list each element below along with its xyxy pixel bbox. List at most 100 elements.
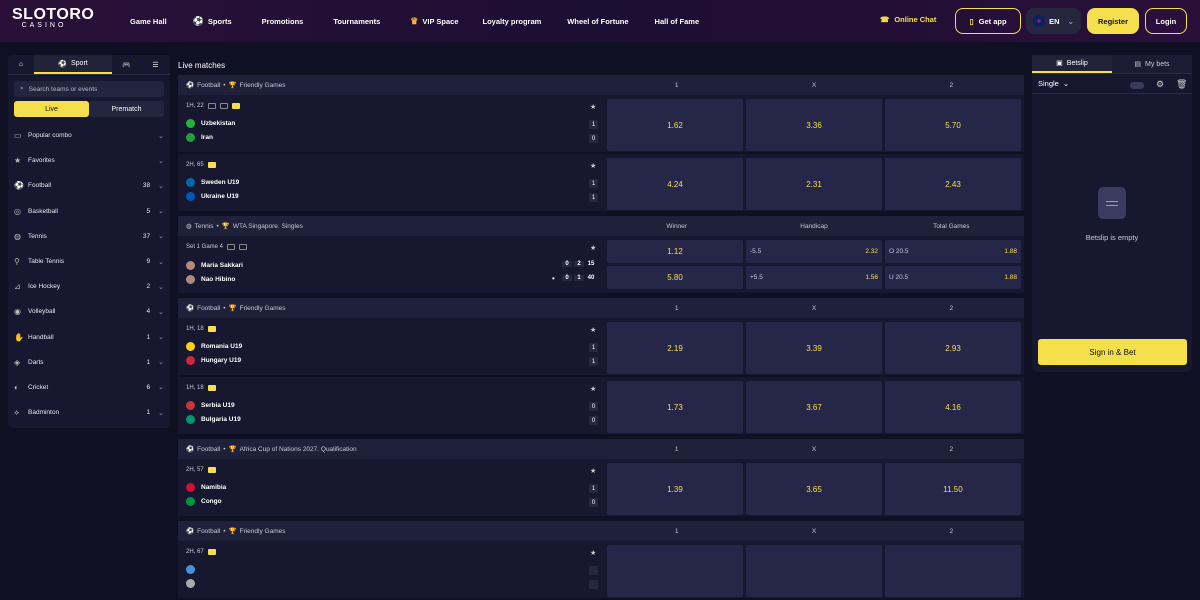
toggle-switch[interactable] <box>1130 82 1144 89</box>
match-row[interactable]: 2H, 57 ★ Namibia Congo 1 0 1.39 3.65 11.50 <box>178 459 1024 518</box>
match-time: 2H, 65 <box>186 162 216 168</box>
nav-item-tournaments[interactable]: Tournaments <box>333 17 380 26</box>
login-button[interactable]: Login <box>1145 8 1187 34</box>
star-icon[interactable]: ★ <box>590 244 596 252</box>
odds-group: 1.62 3.36 5.70 <box>607 99 1021 151</box>
odd-button[interactable]: 4.16 <box>885 381 1021 433</box>
star-icon[interactable]: ★ <box>590 103 596 111</box>
match-row[interactable]: 2H, 67 ★ <box>178 541 1024 600</box>
sidebar-item-count: 4 <box>146 308 151 316</box>
flag-icon <box>186 342 195 351</box>
sign-in-bet-button[interactable]: Sign in & Bet <box>1038 339 1187 365</box>
online-chat-link[interactable]: ☎ Online Chat <box>880 15 936 24</box>
odd-button[interactable]: 1.62 <box>607 99 743 151</box>
odd-button[interactable] <box>885 545 1021 597</box>
star-icon[interactable]: ★ <box>590 162 596 170</box>
odd-button[interactable] <box>746 545 882 597</box>
get-app-button[interactable]: ▯ Get app <box>955 8 1021 34</box>
sidebar-item-label: Handball <box>28 333 54 341</box>
sidebar-item-cricket[interactable]: ◐ Cricket 6 ⌄ <box>8 375 170 400</box>
live-button[interactable]: Live <box>14 101 89 117</box>
total-odd-button[interactable]: O 20.5 1.88 <box>885 240 1021 263</box>
odd-button[interactable]: 5.70 <box>885 99 1021 151</box>
sidebar-item-darts[interactable]: ◈ Darts 1 ⌄ <box>8 350 170 375</box>
odd-button[interactable]: 11.50 <box>885 463 1021 515</box>
home-tab[interactable]: ⌂ <box>8 55 34 74</box>
away-team-name: Bulgaria U19 <box>201 416 241 423</box>
sidebar-item-basketball[interactable]: ◎ Basketball 5 ⌄ <box>8 199 170 224</box>
home-team-name: Namibia <box>201 484 227 491</box>
soccer-ball-icon: ⚽ <box>186 82 195 89</box>
nav-item-loyalty-program[interactable]: Loyalty program <box>483 17 542 26</box>
home-score: 1 <box>589 343 598 352</box>
nav-item-sports[interactable]: ⚽ Sports <box>193 16 232 27</box>
match-row[interactable]: Set 1 Game 4 ★ Maria Sakkari 0 2 15 Nao Hibino… <box>178 236 1024 295</box>
sidebar-item-handball[interactable]: ✋ Handball 1 ⌄ <box>8 325 170 350</box>
odd-button[interactable]: 3.39 <box>746 322 882 374</box>
odd-button[interactable]: 4.24 <box>607 158 743 210</box>
star-icon[interactable]: ★ <box>590 467 596 475</box>
player-one: Maria Sakkari <box>186 261 243 270</box>
match-row[interactable]: 1H, 18 ★ Romania U19 Hungary U19 1 1 2.19 3.39 2… <box>178 318 1024 377</box>
total-odd-button[interactable]: U 20.5 1.88 <box>885 266 1021 289</box>
match-row[interactable]: 1H, 18 ★ Serbia U19 Bulgaria U19 0 0 1.73 3.67 4… <box>178 377 1024 436</box>
sidebar-item-volleyball[interactable]: ◉ Volleyball 4 ⌄ <box>8 299 170 324</box>
chat-bubble-icon <box>207 467 216 473</box>
sidebar-item-favorites[interactable]: ★ Favorites ⌄ <box>8 148 170 173</box>
tab-esports[interactable]: 🎮 <box>112 55 141 74</box>
star-icon[interactable]: ★ <box>590 326 596 334</box>
nav-item-wheel-of-fortune[interactable]: Wheel of Fortune <box>567 17 628 26</box>
odd-button[interactable]: 2.93 <box>885 322 1021 374</box>
sidebar-item-football[interactable]: ⚽ Football 38 ⌄ <box>8 173 170 198</box>
sidebar-item-table-tennis[interactable]: ⚲ Table Tennis 9 ⌄ <box>8 249 170 274</box>
handicap-odd-button[interactable]: -5.5 2.32 <box>746 240 882 263</box>
odd-button[interactable]: 1.73 <box>607 381 743 433</box>
handicap-odd-button[interactable]: +5.5 1.56 <box>746 266 882 289</box>
logo[interactable]: SLOTORO CASINO <box>12 7 97 35</box>
flag-icon <box>186 356 195 365</box>
nav-item-promotions[interactable]: Promotions <box>262 17 304 26</box>
sidebar-item-tennis[interactable]: ◍ Tennis 37 ⌄ <box>8 224 170 249</box>
language-selector[interactable]: EN ⌄ <box>1026 8 1081 34</box>
winner-odd-button[interactable]: 1.12 <box>607 240 743 263</box>
register-button[interactable]: Register <box>1087 8 1139 34</box>
league-name: Friendly Games <box>239 81 286 89</box>
player-two: Nao Hibino <box>186 275 235 284</box>
odd-button[interactable]: 3.65 <box>746 463 882 515</box>
flag-icon <box>186 579 195 588</box>
odd-button[interactable]: 2.31 <box>746 158 882 210</box>
nav-item-hall-of-fame[interactable]: Hall of Fame <box>655 17 700 26</box>
away-team-name: Ukraine U19 <box>201 193 239 200</box>
chat-bubble-icon <box>207 162 216 168</box>
trash-icon[interactable]: 🗑 <box>1176 79 1187 90</box>
bet-mode-select[interactable]: Single ⌄ <box>1032 74 1192 94</box>
gear-icon[interactable]: ⚙ <box>1156 79 1164 90</box>
nav-item-vip-space[interactable]: ♛ VIP Space <box>410 16 458 27</box>
odd-button[interactable]: 1.39 <box>607 463 743 515</box>
tab-sport[interactable]: ⚽ Sport <box>34 55 112 74</box>
sidebar-item-ice-hockey[interactable]: ⊿ Ice Hockey 2 ⌄ <box>8 274 170 299</box>
odd-button[interactable]: 3.67 <box>746 381 882 433</box>
odd-button[interactable]: 2.43 <box>885 158 1021 210</box>
odd-button[interactable] <box>607 545 743 597</box>
sidebar-item-popular-combo[interactable]: ▭ Popular combo ⌄ <box>8 123 170 148</box>
winner-odd-button[interactable]: 5.80 <box>607 266 743 289</box>
star-icon[interactable]: ★ <box>590 385 596 393</box>
star-icon[interactable]: ★ <box>590 549 596 557</box>
market-column-label: X <box>811 527 817 535</box>
match-row[interactable]: 1H, 22 ★ Uzbekistan Iran 1 0 1.62 3.36 5.70 <box>178 95 1024 154</box>
chevron-down-icon: ⌄ <box>158 157 164 165</box>
prematch-button[interactable]: Prematch <box>89 101 164 117</box>
stats-icon <box>219 103 228 109</box>
odd-button[interactable]: 3.36 <box>746 99 882 151</box>
search-input[interactable]: ⌕ Search teams or events <box>14 81 164 97</box>
sidebar-item-badminton[interactable]: ⟡ Badminton 1 ⌄ <box>8 400 170 425</box>
nav-item-game-hall[interactable]: Game Hall <box>130 17 167 26</box>
sidebar-item-label: Table Tennis <box>28 258 65 266</box>
tab-my-bets[interactable]: ▤ My bets <box>1112 55 1192 73</box>
odd-button[interactable]: 2.19 <box>607 322 743 374</box>
trophy-icon: 🏆 <box>221 223 230 230</box>
match-row[interactable]: 2H, 65 ★ Sweden U19 Ukraine U19 1 1 4.24 2.31 2.… <box>178 154 1024 213</box>
tab-betslip[interactable]: ▣ Betslip <box>1032 55 1112 73</box>
tab-casino[interactable]: ☰ <box>141 55 170 74</box>
